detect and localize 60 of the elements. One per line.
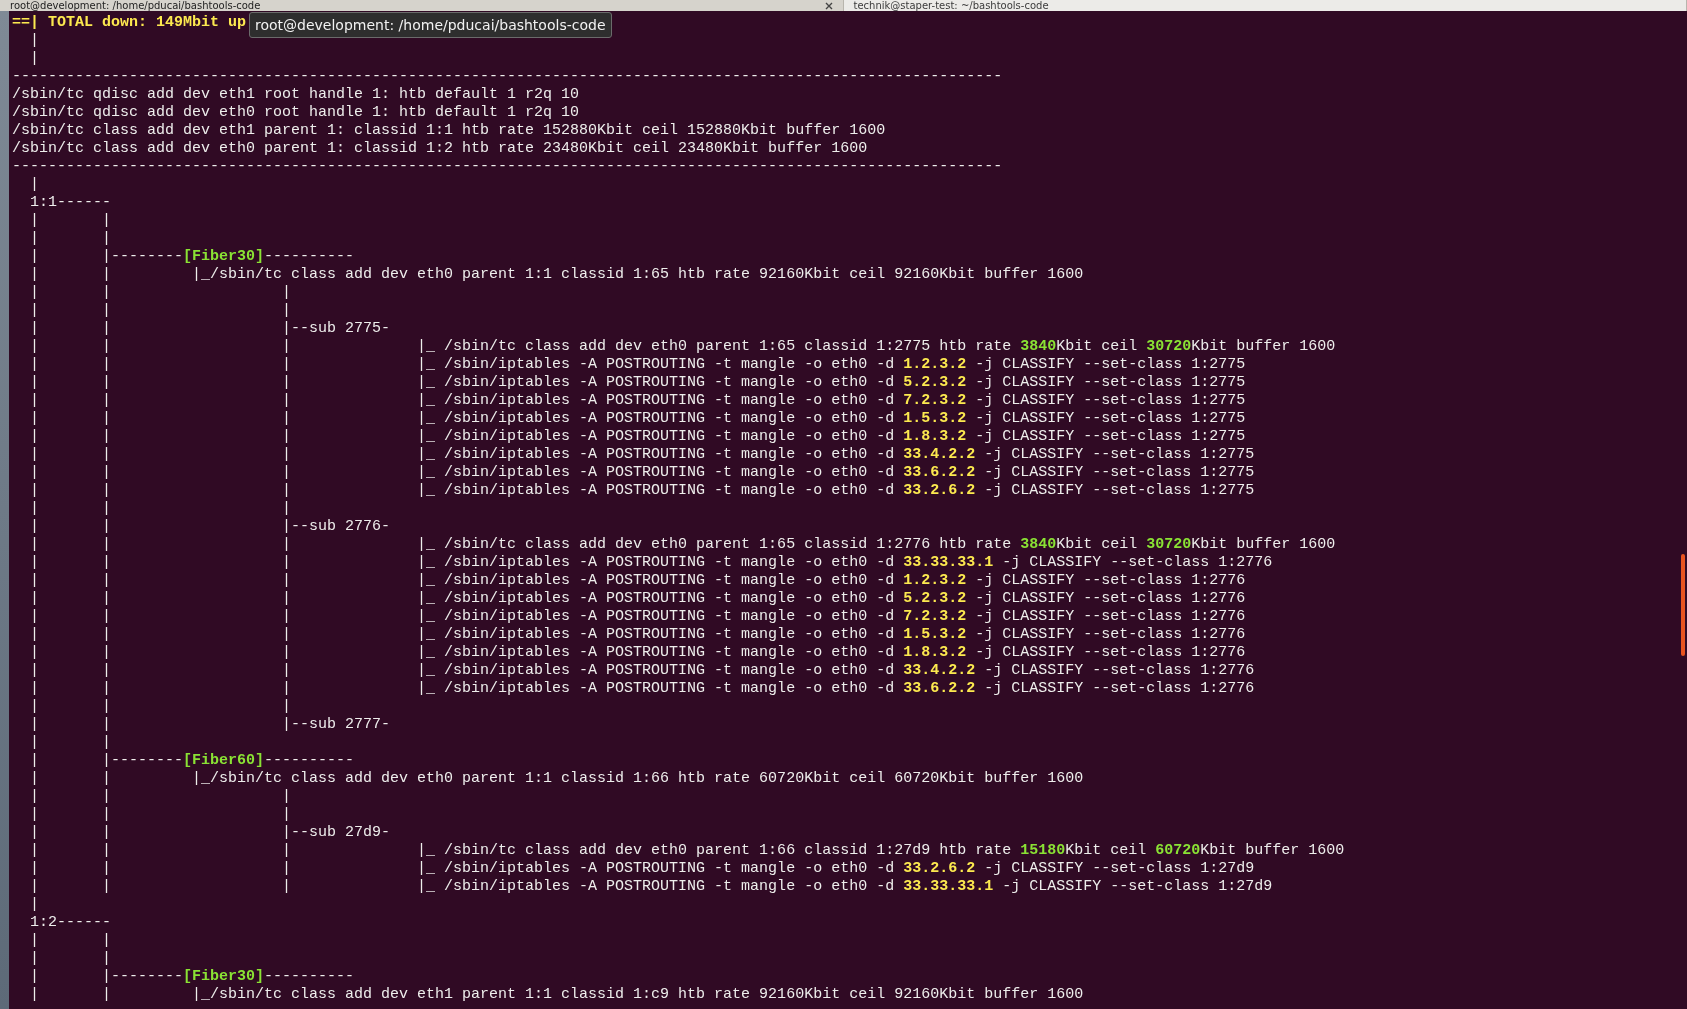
terminal-line: | | | |_ /sbin/iptables -A POSTROUTING -t mangle -o eth0 -d 33.2.6.2 -j CLASSIFY --set-class 1:2775 <box>29 482 1255 500</box>
terminal-line: | | |--sub 2777- <box>29 716 391 734</box>
terminal-line: | | | <box>29 302 292 320</box>
terminal-line: | | |_/sbin/tc class add dev eth1 parent 1:1 classid 1:c9 htb rate 92160Kbit ceil 92160Kbit buffer 1600 <box>29 986 1084 1004</box>
terminal-line: | | |_/sbin/tc class add dev eth0 parent 1:1 classid 1:65 htb rate 92160Kbit ceil 92160Kbit buffer 1600 <box>29 266 1084 284</box>
terminal-tab[interactable]: root@development: /home/pducai/bashtools-code <box>0 0 844 11</box>
terminal-line: | | <box>29 230 112 248</box>
terminal-line: | | <box>29 950 112 968</box>
terminal-line: | <box>29 176 39 194</box>
terminal-line: | | | <box>29 698 292 716</box>
terminal-line: | | | <box>29 284 292 302</box>
terminal-line: | <box>29 896 39 914</box>
terminal-line: | | <box>29 212 112 230</box>
terminal-line: | | | |_ /sbin/iptables -A POSTROUTING -t mangle -o eth0 -d 1.2.3.2 -j CLASSIFY --set-class 1:2776 <box>29 572 1246 590</box>
terminal-line: | | | |_ /sbin/iptables -A POSTROUTING -t mangle -o eth0 -d 33.2.6.2 -j CLASSIFY --set-class 1:27d9 <box>29 860 1255 878</box>
terminal-line: | | | |_ /sbin/iptables -A POSTROUTING -t mangle -o eth0 -d 5.2.3.2 -j CLASSIFY --set-class 1:2775 <box>29 374 1246 392</box>
terminal-line: | | | |_ /sbin/iptables -A POSTROUTING -t mangle -o eth0 -d 7.2.3.2 -j CLASSIFY --set-class 1:2776 <box>29 608 1246 626</box>
tooltip: root@development: /home/pducai/bashtools-code <box>249 12 612 38</box>
terminal-line: | | | |_ /sbin/iptables -A POSTROUTING -t mangle -o eth0 -d 33.4.2.2 -j CLASSIFY --set-class 1:2775 <box>29 446 1255 464</box>
terminal-line: | | <box>29 932 112 950</box>
terminal-line: | | | |_ /sbin/iptables -A POSTROUTING -t mangle -o eth0 -d 1.5.3.2 -j CLASSIFY --set-class 1:2775 <box>29 410 1246 428</box>
terminal-line: /sbin/tc qdisc add dev eth0 root handle 1: htb default 1 r2q 10 <box>12 104 580 122</box>
terminal-line: | |--------[Fiber60]---------- <box>29 752 355 770</box>
terminal-line: | | | |_ /sbin/iptables -A POSTROUTING -t mangle -o eth0 -d 33.33.33.1 -j CLASSIFY --set-class 1:2776 <box>29 554 1273 572</box>
terminal-tab[interactable]: technik@staper-test: ~/bashtools-code <box>843 0 1687 11</box>
terminal-line: 1:1------ <box>29 194 112 212</box>
terminal-line: | | | |_ /sbin/iptables -A POSTROUTING -t mangle -o eth0 -d 5.2.3.2 -j CLASSIFY --set-class 1:2776 <box>29 590 1246 608</box>
terminal-line: | | | |_ /sbin/tc class add dev eth0 parent 1:66 classid 1:27d9 htb rate 15180Kbit ceil 60720Kbit buffer 1600 <box>29 842 1345 860</box>
close-icon[interactable] <box>824 1 833 10</box>
terminal-line: | | |--sub 2776- <box>29 518 391 536</box>
terminal-line: -------------------------------------------------------------------------------------------------------------- <box>12 158 1003 176</box>
terminal-line: /sbin/tc class add dev eth1 parent 1: classid 1:1 htb rate 152880Kbit ceil 152880Kbit buffer 1600 <box>12 122 886 140</box>
terminal-line: | | |--sub 2775- <box>29 320 391 338</box>
terminal-line: | | | |_ /sbin/iptables -A POSTROUTING -t mangle -o eth0 -d 33.6.2.2 -j CLASSIFY --set-class 1:2775 <box>29 464 1255 482</box>
terminal-line: | | | <box>29 788 292 806</box>
terminal-line: | | |--sub 27d9- <box>29 824 391 842</box>
terminal-line: | <box>29 50 39 68</box>
scrollbar-thumb[interactable] <box>1681 554 1685 656</box>
terminal-line: ==| TOTAL down: 149Mbit up <box>12 14 247 32</box>
terminal-line: | | | |_ /sbin/iptables -A POSTROUTING -t mangle -o eth0 -d 33.6.2.2 -j CLASSIFY --set-class 1:2776 <box>29 680 1255 698</box>
terminal-line: | | <box>29 734 112 752</box>
terminal-line: | | | |_ /sbin/tc class add dev eth0 parent 1:65 classid 1:2776 htb rate 3840Kbit ceil 30720Kbit buffer 1600 <box>29 536 1336 554</box>
terminal-line: | | | |_ /sbin/iptables -A POSTROUTING -t mangle -o eth0 -d 1.8.3.2 -j CLASSIFY --set-class 1:2776 <box>29 644 1246 662</box>
terminal-line: | | | |_ /sbin/iptables -A POSTROUTING -t mangle -o eth0 -d 33.33.33.1 -j CLASSIFY --set-class 1:27d9 <box>29 878 1273 896</box>
terminal-line: | | | |_ /sbin/iptables -A POSTROUTING -t mangle -o eth0 -d 33.4.2.2 -j CLASSIFY --set-class 1:2776 <box>29 662 1255 680</box>
terminal-line: | |--------[Fiber30]---------- <box>29 968 355 986</box>
terminal-line: | | | <box>29 806 292 824</box>
terminal-line: | | | |_ /sbin/iptables -A POSTROUTING -t mangle -o eth0 -d 7.2.3.2 -j CLASSIFY --set-class 1:2775 <box>29 392 1246 410</box>
terminal-line: | <box>29 32 39 50</box>
terminal-line: | | |_/sbin/tc class add dev eth0 parent 1:1 classid 1:66 htb rate 60720Kbit ceil 60720Kbit buffer 1600 <box>29 770 1084 788</box>
terminal-line: /sbin/tc qdisc add dev eth1 root handle 1: htb default 1 r2q 10 <box>12 86 580 104</box>
terminal-line: | | | |_ /sbin/tc class add dev eth0 parent 1:65 classid 1:2775 htb rate 3840Kbit ceil 30720Kbit buffer 1600 <box>29 338 1336 356</box>
terminal-line: /sbin/tc class add dev eth0 parent 1: classid 1:2 htb rate 23480Kbit ceil 23480Kbit buffer 1600 <box>12 140 868 158</box>
terminal-line: | | | <box>29 500 292 518</box>
terminal-line: | | | |_ /sbin/iptables -A POSTROUTING -t mangle -o eth0 -d 1.8.3.2 -j CLASSIFY --set-class 1:2775 <box>29 428 1246 446</box>
terminal-line: -------------------------------------------------------------------------------------------------------------- <box>12 68 1003 86</box>
terminal-line: | | | |_ /sbin/iptables -A POSTROUTING -t mangle -o eth0 -d 1.5.3.2 -j CLASSIFY --set-class 1:2776 <box>29 626 1246 644</box>
terminal-line: 1:2------ <box>29 914 112 932</box>
terminal-line: | | | |_ /sbin/iptables -A POSTROUTING -t mangle -o eth0 -d 1.2.3.2 -j CLASSIFY --set-class 1:2775 <box>29 356 1246 374</box>
terminal-line: | |--------[Fiber30]---------- <box>29 248 355 266</box>
